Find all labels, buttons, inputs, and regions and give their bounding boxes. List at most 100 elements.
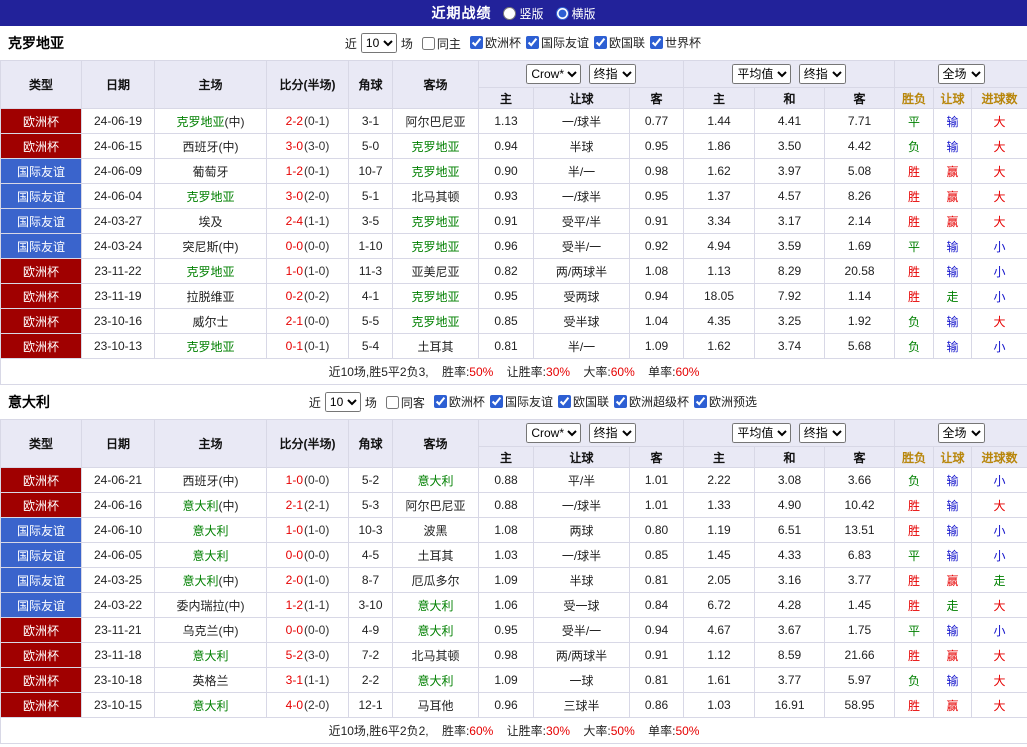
match-date: 24-06-21 [81, 467, 155, 493]
same-venue-checkbox[interactable] [385, 395, 399, 409]
fulltime-score: 0-0 [285, 623, 303, 637]
team-name[interactable]: 克罗地亚 [186, 340, 234, 354]
avg-home-odds: 4.94 [683, 233, 756, 259]
halftime-score: (3-0) [304, 139, 330, 153]
odds-home: 0.94 [478, 133, 534, 159]
score-cell: 2-0(1-0) [266, 567, 349, 593]
period-select[interactable]: 全场 [937, 423, 985, 443]
team-name[interactable]: 克罗地亚 [411, 165, 459, 179]
period-select[interactable]: 全场 [937, 64, 985, 84]
layout-vertical-option[interactable]: 竖版 [503, 5, 544, 22]
result-winlose: 负 [894, 333, 935, 359]
result-handicap: 输 [933, 108, 973, 134]
competition-checkbox[interactable] [433, 395, 447, 408]
match-type: 欧洲杯 [0, 642, 82, 668]
team-name[interactable]: 克罗地亚 [411, 215, 459, 229]
bookmaker-select[interactable]: Crow* [526, 423, 582, 443]
competition-filters: 欧洲杯 国际友谊 欧国联 世界杯 [465, 34, 701, 52]
result-handicap: 赢 [933, 208, 973, 234]
odds-home: 0.95 [478, 283, 534, 309]
team-name[interactable]: 克罗地亚 [186, 265, 234, 279]
team-name: 威尔士 [192, 314, 229, 329]
team-name[interactable]: 意大利 [192, 549, 228, 563]
team-name[interactable]: 意大利 [417, 624, 453, 638]
team-name[interactable]: 克罗地亚 [186, 190, 234, 204]
competition-filter-欧洲杯[interactable]: 欧洲杯 [433, 393, 485, 410]
avg-home-odds: 3.34 [683, 208, 756, 234]
competition-checkbox[interactable] [613, 395, 627, 408]
competition-checkbox[interactable] [557, 395, 571, 408]
handicap-line: 三球半 [533, 692, 630, 718]
competition-filter-欧洲预选[interactable]: 欧洲预选 [693, 393, 757, 410]
halftime-score: (2-0) [304, 698, 330, 712]
team-name[interactable]: 意大利 [417, 474, 453, 488]
team-name[interactable]: 意大利 [192, 699, 228, 713]
same-venue-filter[interactable]: 同客 [385, 394, 425, 411]
match-type: 欧洲杯 [0, 692, 82, 718]
odds-stage-select[interactable]: 终指 [588, 423, 636, 443]
result-winlose: 平 [894, 617, 935, 643]
match-count-select[interactable]: 10 [324, 392, 361, 412]
competition-checkbox[interactable] [525, 36, 539, 49]
average-stage-select[interactable]: 终指 [798, 423, 846, 443]
odds-away: 0.81 [628, 567, 685, 593]
team-name[interactable]: 意大利 [182, 574, 218, 588]
sub-header-handicap-result: 让球 [933, 446, 973, 468]
avg-draw-odds: 3.25 [754, 308, 826, 334]
competition-checkbox[interactable] [489, 395, 503, 408]
col-header-away: 客场 [392, 60, 479, 109]
competition-checkbox[interactable] [593, 36, 607, 49]
team-name[interactable]: 克罗地亚 [411, 315, 459, 329]
team-name[interactable]: 意大利 [417, 599, 453, 613]
competition-checkbox[interactable] [649, 36, 663, 49]
match-row: 欧洲杯 23-11-19 拉脱维亚 0-2(0-2) 4-1 克罗地亚 0.95 受两球 0.9… [0, 283, 1027, 309]
vertical-radio[interactable] [503, 6, 517, 20]
average-stage-select[interactable]: 终指 [798, 64, 846, 84]
team-name[interactable]: 克罗地亚 [411, 290, 459, 304]
competition-filter-欧洲超级杯[interactable]: 欧洲超级杯 [613, 393, 689, 410]
bookmaker-select[interactable]: Crow* [526, 64, 582, 84]
avg-home-odds: 1.19 [683, 517, 756, 543]
average-select[interactable]: 平均值 [732, 423, 792, 443]
layout-horizontal-option[interactable]: 横版 [555, 5, 596, 22]
handicap-line: 一/球半 [533, 492, 630, 518]
halftime-score: (0-1) [304, 114, 330, 128]
competition-checkbox[interactable] [693, 395, 707, 408]
corner-score: 3-1 [348, 108, 393, 134]
team-name[interactable]: 克罗地亚 [176, 115, 224, 129]
competition-filter-欧洲杯[interactable]: 欧洲杯 [469, 34, 521, 51]
horizontal-radio[interactable] [555, 6, 569, 20]
home-team-cell: 克罗地亚 [154, 333, 267, 359]
competition-filter-欧国联[interactable]: 欧国联 [557, 393, 609, 410]
col-header-corner: 角球 [348, 419, 393, 468]
competition-filter-世界杯[interactable]: 世界杯 [649, 34, 701, 51]
fulltime-header-group: 全场 [894, 419, 1027, 447]
team-name[interactable]: 克罗地亚 [411, 240, 459, 254]
team-name[interactable]: 意大利 [192, 524, 228, 538]
competition-filter-国际友谊[interactable]: 国际友谊 [489, 393, 553, 410]
fulltime-score: 4-0 [285, 698, 303, 712]
match-count-select[interactable]: 10 [360, 33, 397, 53]
same-venue-filter[interactable]: 同主 [421, 35, 461, 52]
odds-home: 1.03 [478, 542, 534, 568]
fulltime-score: 5-2 [285, 648, 303, 662]
team-name[interactable]: 意大利 [417, 674, 453, 688]
avg-away-odds: 7.71 [824, 108, 896, 134]
result-winlose: 胜 [894, 517, 935, 543]
team-name[interactable]: 意大利 [192, 649, 228, 663]
competition-filter-国际友谊[interactable]: 国际友谊 [525, 34, 589, 51]
same-venue-checkbox[interactable] [421, 36, 435, 50]
match-date: 23-11-21 [81, 617, 155, 643]
match-type: 欧洲杯 [0, 258, 82, 284]
competition-filter-欧国联[interactable]: 欧国联 [593, 34, 645, 51]
handicap-line: 半球 [533, 567, 630, 593]
team-name[interactable]: 意大利 [182, 499, 218, 513]
fulltime-score: 1-0 [285, 264, 303, 278]
result-goals: 大 [971, 667, 1027, 693]
team-name[interactable]: 克罗地亚 [411, 140, 459, 154]
odds-header-group: Crow* 终指 [477, 419, 685, 447]
odds-stage-select[interactable]: 终指 [588, 64, 636, 84]
odds-away: 0.91 [628, 208, 685, 234]
competition-checkbox[interactable] [469, 36, 483, 49]
average-select[interactable]: 平均值 [732, 64, 792, 84]
